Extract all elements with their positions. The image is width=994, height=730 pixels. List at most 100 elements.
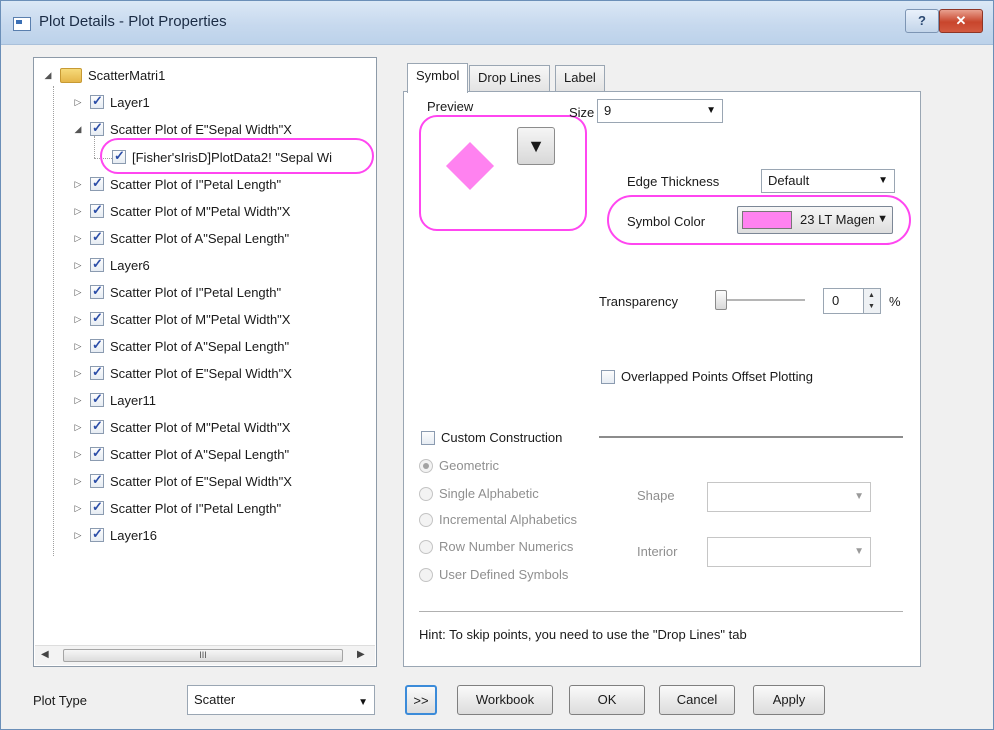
expand-icon[interactable]: ▷ (72, 395, 84, 406)
tree-item[interactable]: ▷ Layer11 (72, 388, 156, 412)
plot-checkbox[interactable] (90, 202, 104, 218)
expand-icon[interactable]: ▷ (72, 449, 84, 460)
tree-item[interactable]: ▷ Scatter Plot of M"Petal Width"X (72, 199, 291, 223)
expand-icon[interactable]: ▷ (72, 530, 84, 541)
radio-incremental-alphabetics[interactable] (419, 513, 433, 527)
scroll-left-icon[interactable]: ◀ (41, 649, 49, 660)
tree-item[interactable]: ▷ Scatter Plot of I"Petal Length" (72, 280, 282, 304)
plot-checkbox[interactable] (90, 175, 104, 191)
plot-checkbox[interactable] (90, 120, 104, 136)
hint-divider (419, 611, 903, 612)
symbol-color-combo[interactable]: 23 LT Magenta ▼ (737, 206, 893, 234)
plot-checkbox[interactable] (90, 337, 104, 353)
tree-item[interactable]: ▷ Scatter Plot of E"Sepal Width"X (72, 361, 292, 385)
tree-item[interactable]: ▷ Scatter Plot of I"Petal Length" (72, 172, 282, 196)
size-label: Size (569, 105, 595, 120)
layer-checkbox[interactable] (90, 93, 104, 109)
tree-item-label: Scatter Plot of I"Petal Length" (110, 500, 282, 516)
symbol-gallery-button[interactable]: ▼ (517, 127, 555, 165)
tree-item[interactable]: ▷ Layer16 (72, 523, 157, 547)
horizontal-scrollbar[interactable]: ◀ III ▶ (35, 645, 375, 665)
tree-item[interactable]: ▷ Scatter Plot of I"Petal Length" (72, 496, 282, 520)
expand-icon[interactable]: ▷ (72, 422, 84, 433)
plot-tree[interactable]: ◢ ScatterMatri1 ▷ Layer1 ◢ Scatter Plot … (33, 57, 377, 667)
plot-checkbox[interactable] (90, 310, 104, 326)
expand-icon[interactable]: ▷ (72, 368, 84, 379)
tab-label[interactable]: Label (555, 65, 605, 91)
radio-user-defined-symbols[interactable] (419, 568, 433, 582)
help-button[interactable]: ? (905, 9, 939, 33)
radio-single-alphabetic-label: Single Alphabetic (439, 486, 539, 501)
expand-icon[interactable]: ▷ (72, 476, 84, 487)
plot-checkbox[interactable] (90, 499, 104, 515)
overlapped-checkbox[interactable] (601, 370, 615, 384)
custom-construction-checkbox[interactable] (421, 431, 435, 445)
transparency-input[interactable]: 0 (823, 288, 865, 314)
transparency-unit: % (889, 294, 901, 309)
layer-checkbox[interactable] (90, 391, 104, 407)
shape-combo[interactable]: ▼ (707, 482, 871, 512)
interior-combo[interactable]: ▼ (707, 537, 871, 567)
collapse-icon[interactable]: ◢ (72, 124, 84, 135)
transparency-spinner[interactable]: ▲ ▼ (863, 288, 881, 314)
tree-item[interactable]: ▷ Scatter Plot of M"Petal Width"X (72, 307, 291, 331)
tab-symbol[interactable]: Symbol (407, 63, 469, 93)
expand-icon[interactable]: ▷ (72, 233, 84, 244)
expand-icon[interactable]: ▷ (72, 97, 84, 108)
scroll-right-icon[interactable]: ▶ (357, 649, 365, 660)
transparency-slider-track[interactable] (717, 299, 805, 301)
radio-geometric[interactable] (419, 459, 433, 473)
tree-item[interactable]: ▷ Scatter Plot of A"Sepal Length" (72, 334, 290, 358)
spin-up-icon[interactable]: ▲ (868, 292, 875, 299)
expand-button[interactable]: >> (405, 685, 437, 715)
tree-item[interactable]: ▷ Scatter Plot of A"Sepal Length" (72, 442, 290, 466)
size-value: 9 (604, 103, 612, 118)
radio-single-alphabetic[interactable] (419, 487, 433, 501)
radio-user-defined-symbols-label: User Defined Symbols (439, 567, 569, 582)
layer-checkbox[interactable] (90, 256, 104, 272)
tree-item[interactable]: ▷ Layer6 (72, 253, 150, 277)
hint-text: Hint: To skip points, you need to use th… (419, 627, 747, 642)
plot-checkbox[interactable] (90, 229, 104, 245)
expand-icon[interactable]: ▷ (72, 503, 84, 514)
scroll-thumb[interactable]: III (63, 649, 343, 662)
expand-icon[interactable]: ▷ (72, 260, 84, 271)
expand-icon[interactable]: ▷ (72, 206, 84, 217)
collapse-icon[interactable]: ◢ (42, 70, 54, 81)
expand-icon[interactable]: ▷ (72, 341, 84, 352)
symbol-color-value: 23 LT Magenta (800, 212, 874, 227)
tree-item-label: Scatter Plot of E"Sepal Width"X (110, 365, 292, 381)
plot-checkbox[interactable] (90, 283, 104, 299)
radio-row-number-numerics[interactable] (419, 540, 433, 554)
expand-icon[interactable]: ▷ (72, 287, 84, 298)
tree-item[interactable]: ▷ Scatter Plot of E"Sepal Width"X (72, 469, 292, 493)
tree-item[interactable]: ▷ Scatter Plot of M"Petal Width"X (72, 415, 291, 439)
tree-root[interactable]: ◢ ScatterMatri1 (42, 63, 165, 87)
transparency-slider-thumb[interactable] (715, 290, 727, 310)
ok-button[interactable]: OK (569, 685, 645, 715)
color-swatch (742, 211, 792, 229)
tab-drop-lines[interactable]: Drop Lines (469, 65, 550, 91)
tree-item[interactable]: ▷ Scatter Plot of A"Sepal Length" (72, 226, 290, 250)
tree-item[interactable]: ▷ Layer1 (72, 90, 150, 114)
spin-down-icon[interactable]: ▼ (868, 303, 875, 310)
layer-checkbox[interactable] (90, 526, 104, 542)
expand-icon[interactable]: ▷ (72, 179, 84, 190)
workbook-button[interactable]: Workbook (457, 685, 553, 715)
radio-geometric-label: Geometric (439, 458, 499, 473)
tree-item-label: Scatter Plot of M"Petal Width"X (110, 419, 291, 435)
plot-checkbox[interactable] (90, 472, 104, 488)
radio-row-number-numerics-label: Row Number Numerics (439, 539, 574, 554)
cancel-button[interactable]: Cancel (659, 685, 735, 715)
custom-construction-label: Custom Construction (441, 430, 563, 445)
apply-button[interactable]: Apply (753, 685, 825, 715)
plot-checkbox[interactable] (90, 418, 104, 434)
plot-checkbox[interactable] (90, 445, 104, 461)
close-button[interactable]: ✕ (939, 9, 983, 33)
tree-root-label: ScatterMatri1 (88, 67, 166, 83)
plot-type-combo[interactable]: Scatter ▼ (187, 685, 375, 715)
size-combo[interactable]: 9 ▼ (597, 99, 723, 123)
plot-checkbox[interactable] (90, 364, 104, 380)
edge-thickness-combo[interactable]: Default ▼ (761, 169, 895, 193)
expand-icon[interactable]: ▷ (72, 314, 84, 325)
